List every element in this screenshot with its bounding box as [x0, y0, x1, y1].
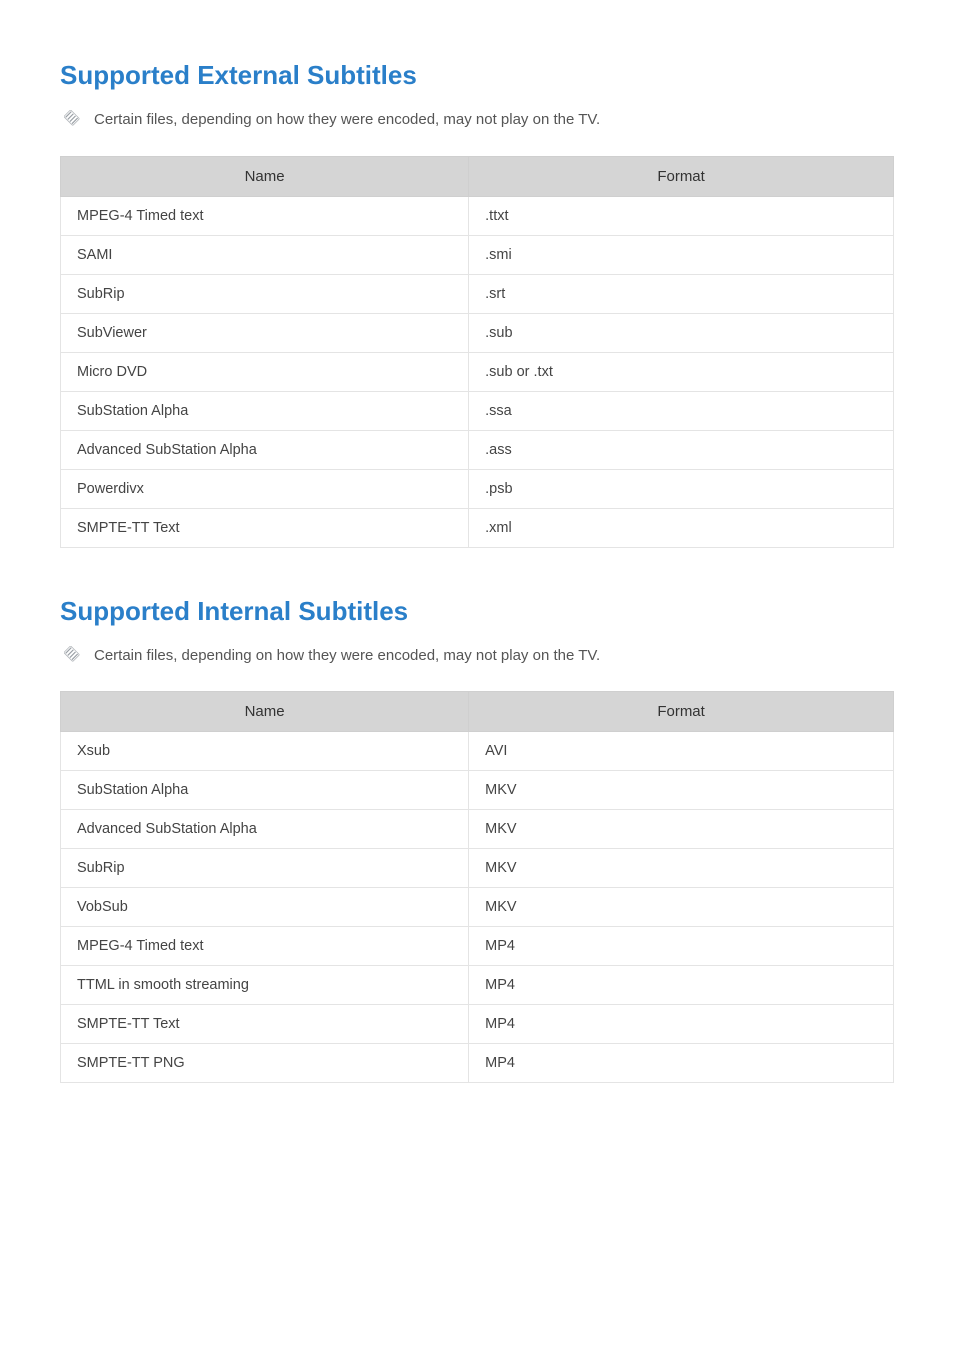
cell-format: .ssa	[469, 391, 894, 430]
cell-format: MP4	[469, 966, 894, 1005]
external-subtitles-table: Name Format MPEG-4 Timed text.ttxt SAMI.…	[60, 156, 894, 548]
cell-format: .sub or .txt	[469, 352, 894, 391]
table-row: MPEG-4 Timed text.ttxt	[61, 196, 894, 235]
note-row: Certain files, depending on how they wer…	[64, 645, 894, 668]
table-row: MPEG-4 Timed textMP4	[61, 927, 894, 966]
cell-name: SubStation Alpha	[61, 771, 469, 810]
section-external-subtitles: Supported External Subtitles Certain fil…	[60, 60, 894, 548]
note-text: Certain files, depending on how they wer…	[94, 645, 600, 668]
table-row: SMPTE-TT Text.xml	[61, 508, 894, 547]
table-row: SubViewer.sub	[61, 313, 894, 352]
table-header-format: Format	[469, 692, 894, 732]
table-header-name: Name	[61, 156, 469, 196]
table-header-name: Name	[61, 692, 469, 732]
note-text: Certain files, depending on how they wer…	[94, 109, 600, 132]
cell-name: SubRip	[61, 849, 469, 888]
cell-format: .ttxt	[469, 196, 894, 235]
cell-name: Advanced SubStation Alpha	[61, 810, 469, 849]
cell-name: SubViewer	[61, 313, 469, 352]
cell-format: MKV	[469, 888, 894, 927]
table-row: SubStation AlphaMKV	[61, 771, 894, 810]
table-row: VobSubMKV	[61, 888, 894, 927]
table-row: SubRipMKV	[61, 849, 894, 888]
cell-name: VobSub	[61, 888, 469, 927]
note-icon	[64, 646, 80, 662]
table-row: TTML in smooth streamingMP4	[61, 966, 894, 1005]
cell-name: Xsub	[61, 732, 469, 771]
table-row: Micro DVD.sub or .txt	[61, 352, 894, 391]
cell-format: MP4	[469, 1005, 894, 1044]
cell-name: SAMI	[61, 235, 469, 274]
table-row: XsubAVI	[61, 732, 894, 771]
cell-name: Advanced SubStation Alpha	[61, 430, 469, 469]
table-row: SubRip.srt	[61, 274, 894, 313]
cell-name: SubRip	[61, 274, 469, 313]
table-row: SubStation Alpha.ssa	[61, 391, 894, 430]
cell-name: SubStation Alpha	[61, 391, 469, 430]
table-header-row: Name Format	[61, 156, 894, 196]
section-title: Supported External Subtitles	[60, 60, 894, 91]
cell-name: SMPTE-TT Text	[61, 508, 469, 547]
table-row: SMPTE-TT PNGMP4	[61, 1044, 894, 1083]
cell-name: MPEG-4 Timed text	[61, 927, 469, 966]
cell-format: MP4	[469, 1044, 894, 1083]
table-row: SMPTE-TT TextMP4	[61, 1005, 894, 1044]
note-icon	[64, 110, 80, 126]
table-row: Advanced SubStation AlphaMKV	[61, 810, 894, 849]
cell-name: TTML in smooth streaming	[61, 966, 469, 1005]
table-header-format: Format	[469, 156, 894, 196]
cell-format: .srt	[469, 274, 894, 313]
internal-subtitles-table: Name Format XsubAVI SubStation AlphaMKV …	[60, 691, 894, 1083]
cell-format: MKV	[469, 810, 894, 849]
cell-name: SMPTE-TT PNG	[61, 1044, 469, 1083]
cell-name: Micro DVD	[61, 352, 469, 391]
table-row: Powerdivx.psb	[61, 469, 894, 508]
cell-format: MKV	[469, 771, 894, 810]
cell-name: SMPTE-TT Text	[61, 1005, 469, 1044]
section-internal-subtitles: Supported Internal Subtitles Certain fil…	[60, 596, 894, 1084]
table-row: Advanced SubStation Alpha.ass	[61, 430, 894, 469]
section-title: Supported Internal Subtitles	[60, 596, 894, 627]
cell-format: MP4	[469, 927, 894, 966]
table-row: SAMI.smi	[61, 235, 894, 274]
cell-format: MKV	[469, 849, 894, 888]
table-header-row: Name Format	[61, 692, 894, 732]
cell-format: .sub	[469, 313, 894, 352]
cell-name: Powerdivx	[61, 469, 469, 508]
cell-format: .ass	[469, 430, 894, 469]
cell-name: MPEG-4 Timed text	[61, 196, 469, 235]
cell-format: .xml	[469, 508, 894, 547]
cell-format: AVI	[469, 732, 894, 771]
cell-format: .smi	[469, 235, 894, 274]
cell-format: .psb	[469, 469, 894, 508]
note-row: Certain files, depending on how they wer…	[64, 109, 894, 132]
